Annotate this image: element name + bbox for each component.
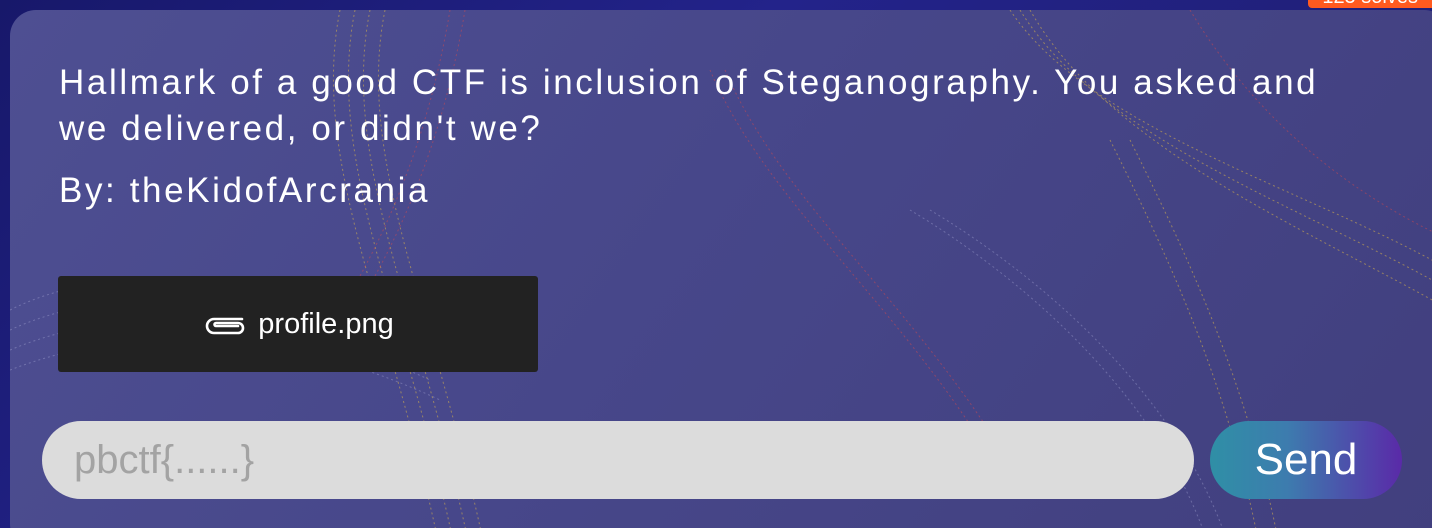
challenge-description: Hallmark of a good CTF is inclusion of S… <box>59 63 1319 148</box>
send-button[interactable]: Send <box>1210 421 1402 499</box>
attachment-filename: profile.png <box>258 307 394 340</box>
challenge-author: By: theKidofArcrania <box>59 171 431 210</box>
attachment-download-button[interactable]: profile.png <box>58 276 538 372</box>
paperclip-icon <box>205 317 245 335</box>
solves-badge: 125 solves <box>1308 0 1432 8</box>
challenge-card: Hallmark of a good CTF is inclusion of S… <box>10 10 1432 528</box>
flag-input[interactable] <box>42 421 1194 499</box>
